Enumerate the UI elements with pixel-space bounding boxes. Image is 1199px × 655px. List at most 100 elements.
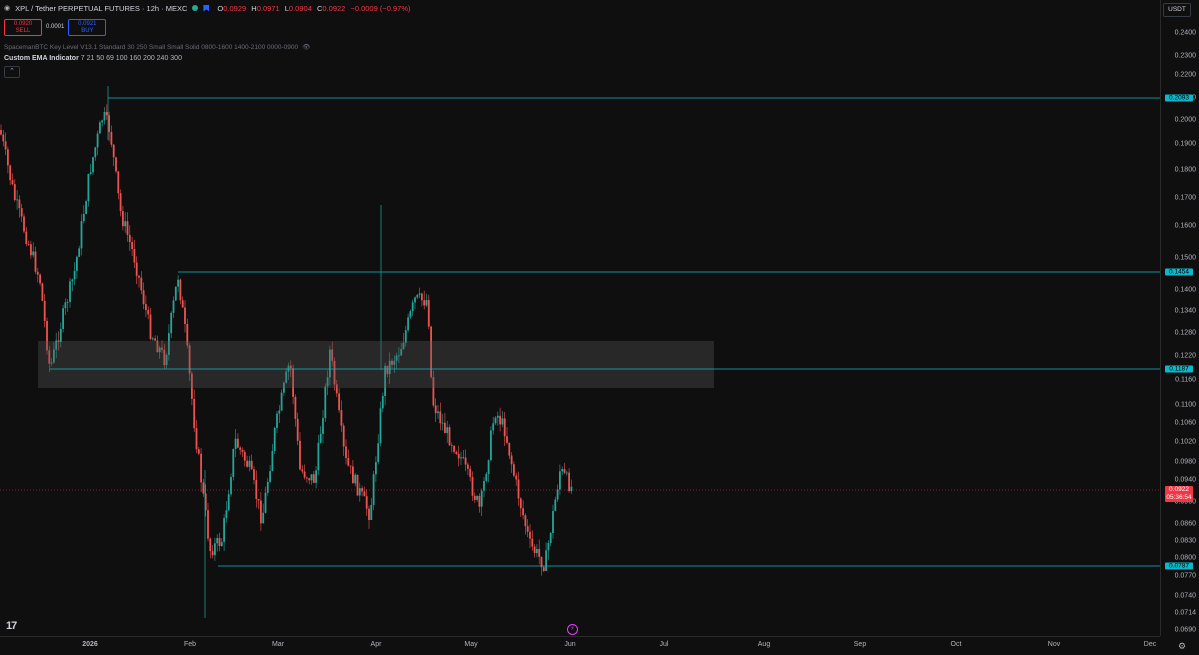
- candle-body: [237, 438, 239, 448]
- candle-body: [416, 294, 419, 298]
- candle-body: [193, 398, 196, 429]
- eye-icon[interactable]: 👁: [302, 43, 310, 51]
- candle-body: [25, 231, 28, 244]
- candle-body: [108, 115, 110, 132]
- time-axis[interactable]: 2026 Feb Mar Apr May Jun Jul Aug Sep Oct Nov Dec: [0, 636, 1160, 655]
- candle-body: [492, 423, 495, 431]
- key-level-tag: 0.1454: [1165, 268, 1193, 276]
- time-axis-label: Nov: [1047, 641, 1061, 648]
- candle-body: [170, 312, 173, 334]
- candle-body: [469, 468, 472, 477]
- price-axis-tick: 0.1060: [1174, 419, 1196, 427]
- candle-body: [448, 427, 451, 446]
- candle-body: [342, 425, 345, 447]
- candle-body: [361, 488, 363, 492]
- candle-body: [338, 393, 340, 411]
- eye-icon[interactable]: ◉: [4, 4, 10, 12]
- candle-body: [340, 410, 343, 426]
- candle-body: [345, 446, 347, 459]
- candle-body: [409, 311, 412, 318]
- currency-button[interactable]: USDT: [1163, 3, 1191, 17]
- candle-body: [27, 243, 30, 245]
- candle-body: [310, 474, 313, 481]
- candle-body: [538, 548, 541, 557]
- market-status-icon: [192, 5, 199, 11]
- price-axis-tick: 0.0714: [1174, 609, 1196, 617]
- candle-body: [513, 464, 515, 476]
- price-axis-tick: 0.2300: [1174, 52, 1196, 60]
- price-axis-tick: 0.2000: [1174, 116, 1196, 124]
- candle-body: [294, 396, 297, 419]
- candle-body: [358, 488, 361, 496]
- candle-body: [278, 410, 281, 414]
- candle-body: [174, 286, 177, 301]
- candle-body: [563, 469, 566, 473]
- candle-body: [478, 496, 481, 507]
- candle-body: [349, 465, 352, 467]
- candle-body: [78, 248, 81, 257]
- candle-body: [547, 542, 550, 551]
- candle-body: [214, 543, 216, 556]
- candle-body: [487, 460, 490, 474]
- ohlc-low-value: 0.0904: [288, 3, 312, 13]
- time-axis-label: Oct: [950, 641, 962, 648]
- candle-body: [308, 478, 311, 481]
- time-axis-label: Sep: [853, 641, 867, 648]
- candle-body: [262, 512, 265, 524]
- candle-body: [437, 411, 439, 414]
- sell-button[interactable]: 0.0920 SELL: [4, 18, 42, 36]
- candle-body: [124, 221, 127, 227]
- candle-body: [559, 471, 561, 490]
- buy-button[interactable]: 0.0921 BUY: [68, 18, 107, 36]
- candle-body: [200, 453, 202, 483]
- time-axis-label: Apr: [370, 641, 382, 648]
- symbol-title[interactable]: XPL / Tether PERPETUAL FUTURES · 12h · M…: [15, 4, 187, 13]
- price-axis-tick: 0.1020: [1174, 438, 1196, 446]
- settings-gear-icon[interactable]: ⚙: [1178, 641, 1186, 652]
- candle-body: [177, 279, 179, 287]
- candle-body: [299, 440, 301, 470]
- candle-body: [99, 122, 101, 134]
- candle-body: [352, 466, 354, 484]
- candle-body: [457, 453, 460, 459]
- candle-body: [319, 433, 322, 443]
- tradingview-logo-icon[interactable]: 17: [6, 620, 17, 632]
- price-axis-tick: 0.0980: [1174, 458, 1196, 466]
- buy-label: BUY: [81, 27, 94, 34]
- candle-body: [66, 301, 69, 303]
- indicator-key-level[interactable]: SpacemanBTC Key Level V13.1 Standard 30 …: [4, 43, 410, 52]
- chevron-up-icon[interactable]: ⌃: [4, 66, 20, 78]
- price-axis-tick: 0.1280: [1174, 329, 1196, 337]
- candle-body: [246, 460, 248, 467]
- candle-body: [347, 458, 350, 466]
- candle-body: [296, 418, 299, 441]
- candle-body: [379, 408, 382, 444]
- candle-body: [218, 537, 221, 546]
- trade-box: 0.0920 SELL 0.0001 0.0921 BUY: [4, 17, 410, 37]
- price-axis-tick: 0.0690: [1174, 626, 1196, 634]
- candle-body: [522, 508, 524, 516]
- candle-body: [370, 505, 373, 520]
- ohlc-high-value: 0.0971: [256, 3, 280, 13]
- candle-body: [471, 476, 474, 496]
- supply-demand-zone[interactable]: [38, 341, 714, 388]
- candle-body: [184, 307, 186, 325]
- candle-body: [145, 304, 147, 310]
- event-icon[interactable]: ⚡: [567, 624, 578, 635]
- candle-body: [421, 293, 423, 301]
- candle-body: [59, 328, 62, 343]
- candle-body: [131, 242, 133, 249]
- candle-body: [172, 300, 175, 313]
- candle-body: [96, 133, 99, 148]
- indicator-ema[interactable]: Custom EMA Indicator 7 21 50 69 100 160 …: [4, 55, 410, 62]
- candle-body: [411, 302, 414, 312]
- candle-body: [243, 451, 246, 461]
- candle-body: [220, 541, 223, 546]
- candle-body: [450, 445, 453, 447]
- candle-body: [280, 392, 283, 411]
- candle-body: [545, 550, 547, 571]
- candle-body: [363, 491, 366, 497]
- price-chart[interactable]: [0, 0, 1160, 636]
- candle-body: [71, 279, 74, 282]
- time-axis-label: May: [464, 641, 478, 648]
